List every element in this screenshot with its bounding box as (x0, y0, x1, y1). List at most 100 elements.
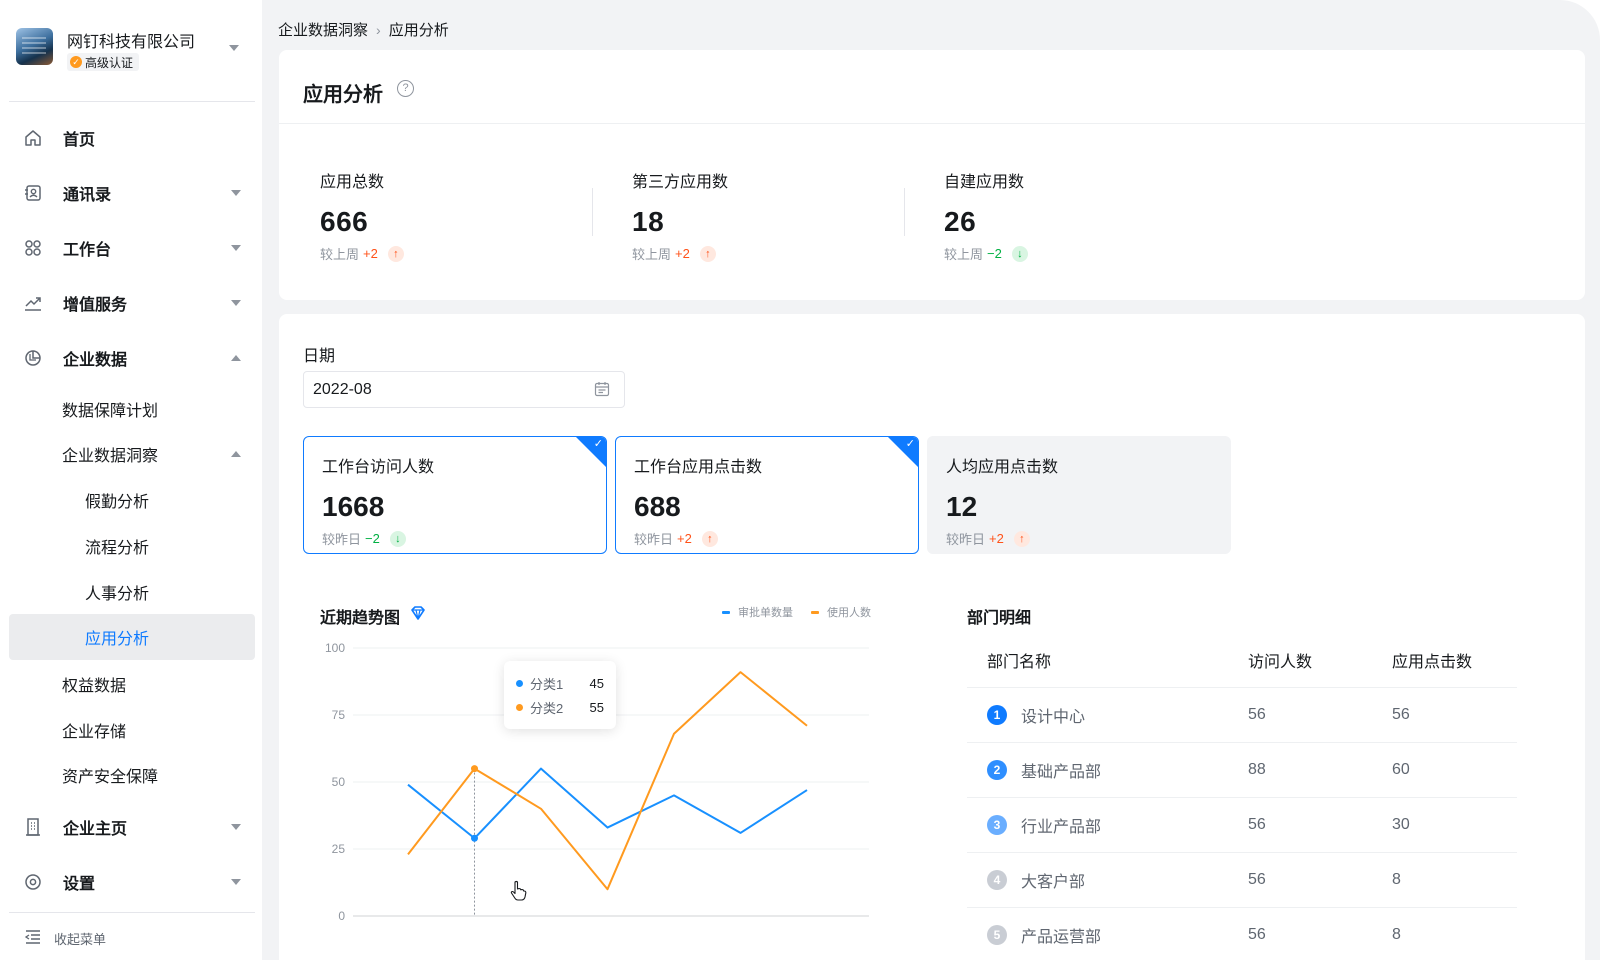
column-header: 部门名称 (987, 653, 1052, 671)
data-point (471, 765, 478, 773)
dept-name: 产品运营部 (1021, 929, 1102, 946)
y-tick-label: 100 (325, 641, 345, 655)
table-row[interactable]: 5 产品运营部 56 8 (967, 908, 1517, 960)
sidebar-item-workbench[interactable]: 工作台 (9, 225, 255, 271)
delta-value: +2 (677, 531, 692, 546)
badge-label: 高级认证 (85, 55, 134, 70)
divider (592, 188, 593, 236)
legend-item-approvals[interactable]: 审批单数量 (722, 604, 793, 620)
chevron-down-icon (231, 300, 241, 306)
chevron-down-icon (231, 824, 241, 830)
stat-delta: 较上周 −2 ↓ (944, 244, 1244, 263)
sidebar-item-enterprise-home[interactable]: 企业主页 (9, 804, 255, 850)
delta-value: −2 (987, 246, 1002, 261)
date-picker[interactable]: 2022-08 (303, 371, 625, 408)
delta-prefix: 较昨日 (322, 532, 362, 547)
sidebar-item-label: 企业数据洞察 (62, 448, 159, 465)
stat-label: 第三方应用数 (632, 174, 729, 191)
legend-swatch (722, 610, 730, 614)
calendar-icon[interactable] (594, 381, 610, 397)
sidebar-item-rights-data[interactable]: 权益数据 (9, 661, 255, 707)
chevron-right-icon: › (376, 21, 381, 38)
chart-legend: 审批单数量 使用人数 (722, 604, 871, 620)
date-label: 日期 (303, 348, 336, 365)
sidebar-item-data-guarantee[interactable]: 数据保障计划 (9, 386, 255, 432)
metric-card-visitors[interactable]: 工作台访问人数 1668 较昨日 −2 ↓ ✓ (303, 436, 607, 554)
sidebar-item-value-services[interactable]: 增值服务 (9, 280, 255, 326)
y-tick-label: 25 (332, 842, 346, 856)
collapse-menu-button[interactable]: 收起菜单 (0, 912, 262, 960)
metric-delta: 较昨日 +2 ↑ (946, 529, 1212, 548)
metric-card-app-clicks[interactable]: 工作台应用点击数 688 较昨日 +2 ↑ ✓ (615, 436, 919, 554)
chevron-down-icon[interactable] (229, 45, 239, 51)
page-title: 应用分析 (303, 84, 383, 106)
sidebar-item-label: 应用分析 (85, 631, 150, 648)
metric-delta: 较昨日 −2 ↓ (322, 529, 588, 548)
arrow-up-icon: ↑ (387, 245, 404, 262)
sidebar-item-label: 数据保障计划 (62, 403, 159, 420)
dept-table: 部门名称 访问人数 应用点击数 1 设计中心 56 56 2 基础产品部 88 … (967, 632, 1517, 960)
sidebar-item-asset-security[interactable]: 资产安全保障 (9, 752, 255, 798)
delta-prefix: 较上周 (944, 247, 984, 262)
tooltip-row: 分类1 45 (516, 671, 604, 695)
legend-label: 使用人数 (827, 607, 871, 619)
stat-value: 26 (944, 206, 977, 237)
rank-badge: 3 (987, 815, 1007, 835)
metric-card-avg-clicks[interactable]: 人均应用点击数 12 较昨日 +2 ↑ (927, 436, 1231, 554)
arrow-up-icon: ↑ (701, 530, 718, 547)
sidebar-item-label: 权益数据 (62, 678, 127, 695)
breadcrumb: 企业数据洞察 › 应用分析 (278, 19, 449, 40)
visits-value: 88 (1248, 761, 1266, 778)
sidebar-item-label: 增值服务 (63, 297, 128, 314)
stat-label: 应用总数 (320, 174, 385, 191)
table-row[interactable]: 2 基础产品部 88 60 (967, 743, 1517, 798)
legend-label: 审批单数量 (738, 607, 793, 619)
contacts-icon (25, 185, 41, 201)
org-certification-badge: ✓ 高级认证 (67, 53, 140, 71)
divider (904, 188, 905, 236)
dept-name: 行业产品部 (1021, 819, 1102, 836)
divider (9, 912, 255, 913)
table-row[interactable]: 3 行业产品部 56 30 (967, 798, 1517, 853)
table-row[interactable]: 4 大客户部 56 8 (967, 853, 1517, 908)
sidebar-item-label: 企业存储 (62, 724, 127, 741)
arrow-up-icon: ↑ (1013, 530, 1030, 547)
table-row[interactable]: 1 设计中心 56 56 (967, 688, 1517, 743)
sidebar-item-leave-analysis[interactable]: 假勤分析 (9, 477, 255, 523)
help-icon[interactable]: ? (397, 80, 414, 97)
metric-delta: 较昨日 +2 ↑ (634, 529, 900, 548)
sidebar-item-contacts[interactable]: 通讯录 (9, 170, 255, 216)
org-switcher[interactable]: 网钉科技有限公司 ✓ 高级认证 (0, 0, 262, 102)
sidebar-item-storage[interactable]: 企业存储 (9, 707, 255, 753)
date-value: 2022-08 (313, 381, 372, 398)
tooltip-row: 分类2 55 (516, 695, 604, 719)
legend-item-users[interactable]: 使用人数 (811, 604, 871, 620)
sidebar-item-enterprise-data[interactable]: 企业数据 (9, 335, 255, 381)
sidebar-item-label: 人事分析 (85, 586, 150, 603)
stat-delta: 较上周 +2 ↑ (632, 244, 932, 263)
visits-value: 56 (1248, 926, 1266, 943)
sidebar-item-home[interactable]: 首页 (9, 115, 255, 161)
visits-value: 56 (1248, 706, 1266, 723)
delta-prefix: 较上周 (632, 247, 672, 262)
dept-detail-title: 部门明细 (967, 610, 1032, 627)
y-tick-label: 50 (332, 775, 346, 789)
sidebar-item-process-analysis[interactable]: 流程分析 (9, 523, 255, 569)
chevron-up-icon (231, 355, 241, 361)
breadcrumb-parent[interactable]: 企业数据洞察 (278, 19, 368, 40)
delta-prefix: 较昨日 (946, 532, 986, 547)
rank-badge: 2 (987, 760, 1007, 780)
sidebar-item-data-insight[interactable]: 企业数据洞察 (9, 431, 255, 477)
rank-badge: 1 (987, 705, 1007, 725)
stat-value: 18 (632, 206, 665, 237)
sidebar-item-label: 流程分析 (85, 540, 150, 557)
sidebar-item-settings[interactable]: 设置 (9, 859, 255, 905)
clicks-value: 8 (1392, 926, 1401, 943)
building-icon (26, 818, 40, 836)
rank-badge: 5 (987, 925, 1007, 945)
sidebar-item-app-analysis[interactable]: 应用分析 (9, 614, 255, 660)
sidebar-item-hr-analysis[interactable]: 人事分析 (9, 569, 255, 615)
org-logo (16, 28, 53, 65)
main-content: 企业数据洞察 › 应用分析 应用分析 ? 应用总数 666 较上周 +2 ↑ 第… (262, 0, 1600, 960)
arrow-up-icon: ↑ (699, 245, 716, 262)
